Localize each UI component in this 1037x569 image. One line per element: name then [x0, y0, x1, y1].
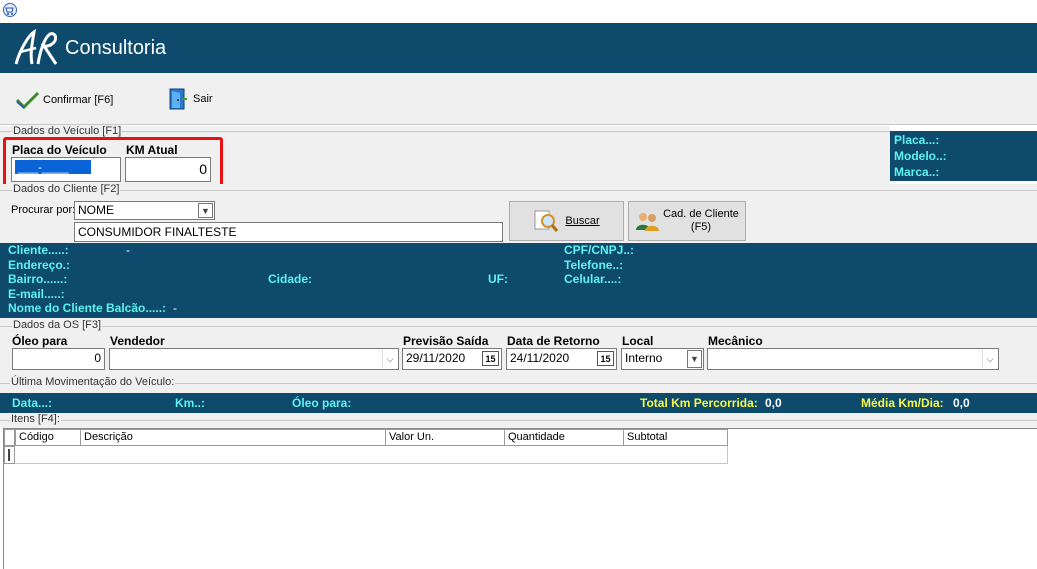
items-group-title: Itens [F4]: [10, 413, 61, 425]
local-value: Interno [625, 351, 663, 365]
table-cell[interactable] [80, 446, 386, 464]
os-group-title: Dados da OS [F3] [12, 319, 103, 331]
cidade-label: Cidade: [268, 272, 313, 286]
search-icon [534, 210, 559, 232]
search-button[interactable]: Buscar [509, 201, 624, 241]
info-model: Modelo..: [894, 149, 947, 163]
calendar-icon[interactable]: 15 [597, 351, 614, 366]
chevron-down-icon: ⌵ [382, 350, 397, 368]
users-icon [636, 213, 659, 231]
cpf-label: CPF/CNPJ..: [564, 243, 635, 257]
confirm-label: Confirmar [F6] [43, 94, 114, 106]
col-header[interactable]: Código [15, 429, 81, 446]
register-client-label: Cad. de Cliente (F5) [663, 208, 739, 233]
oleo-move-label: Óleo para: [292, 396, 352, 410]
client-info-panel: Cliente.....: - Endereço.: Bairro......:… [0, 243, 1037, 318]
media-label: Média Km/Dia: [861, 396, 944, 410]
col-header[interactable]: Valor Un. [385, 429, 505, 446]
mecanico-select[interactable]: ⌵ [707, 348, 999, 370]
celular-label: Celular....: [564, 272, 622, 286]
chevron-down-icon: ⌵ [982, 350, 997, 368]
balcao-label: Nome do Cliente Balcão.....: [8, 301, 167, 315]
previsao-value: 29/11/2020 [406, 351, 466, 365]
table-cell[interactable] [385, 446, 505, 464]
info-brand: Marca..: [894, 165, 940, 179]
col-header[interactable]: Subtotal [623, 429, 728, 446]
search-text-input[interactable]: CONSUMIDOR FINALTESTE [74, 222, 503, 242]
col-header[interactable]: Quantidade [504, 429, 624, 446]
search-button-label: Buscar [565, 215, 600, 227]
logo-icon [14, 28, 58, 65]
chevron-down-icon: ▼ [687, 350, 702, 368]
oleo-value: 0 [94, 351, 101, 365]
vehicle-group-title: Dados do Veículo [F1] [12, 125, 123, 137]
search-by-select[interactable]: NOME ▼ [74, 201, 215, 220]
table-cell[interactable] [623, 446, 728, 464]
cliente-label: Cliente.....: [8, 243, 69, 257]
last-move-panel: Data...: Km..: Óleo para: Total Km Perco… [0, 393, 1037, 413]
oleo-input[interactable]: 0 [12, 348, 105, 370]
media-value: 0,0 [953, 396, 970, 410]
retorno-label: Data de Retorno [507, 334, 600, 348]
bairro-label: Bairro......: [8, 272, 68, 286]
col-header[interactable]: Descrição [80, 429, 386, 446]
mecanico-label: Mecânico [708, 334, 763, 348]
search-by-label: Procurar por: [11, 204, 76, 216]
confirm-button[interactable]: Confirmar [F6] [14, 89, 113, 111]
total-km-value: 0,0 [765, 396, 782, 410]
last-move-title: Última Movimentação do Veículo: [10, 376, 176, 388]
oleo-label: Óleo para [12, 334, 68, 348]
header-banner: Consultoria [0, 23, 1037, 73]
email-label: E-mail.....: [8, 287, 65, 301]
previsao-label: Previsão Saída [403, 334, 489, 348]
highlight-box [3, 137, 223, 188]
search-by-value: NOME [78, 203, 114, 217]
retorno-date-input[interactable]: 24/11/2020 15 [506, 348, 617, 370]
calendar-icon[interactable]: 15 [482, 351, 499, 366]
app-title: Consultoria [65, 37, 167, 59]
uf-label: UF: [488, 272, 508, 286]
checkmark-icon [15, 91, 40, 109]
local-select[interactable]: Interno ▼ [621, 348, 704, 370]
row-indicator-header [4, 429, 15, 446]
toolbar: Confirmar [F6] Sair [0, 73, 1037, 125]
app-small-icon [3, 3, 17, 17]
row-indicator[interactable] [4, 446, 15, 464]
total-km-label: Total Km Percorrida: [640, 396, 758, 410]
search-text-value: CONSUMIDOR FINALTESTE [78, 225, 237, 239]
data-label: Data...: [12, 396, 53, 410]
exit-label: Sair [193, 93, 213, 105]
table-cell[interactable] [15, 446, 81, 464]
info-plate: Placa...: [894, 133, 940, 147]
km-move-label: Km..: [175, 396, 205, 410]
endereco-label: Endereço.: [8, 258, 71, 272]
cliente-value: - [126, 243, 130, 257]
telefone-label: Telefone..: [564, 258, 624, 272]
chevron-down-icon: ▼ [198, 203, 213, 218]
previsao-date-input[interactable]: 29/11/2020 15 [402, 348, 502, 370]
items-grid[interactable]: Código Descrição Valor Un. Quantidade Su… [3, 428, 1037, 569]
client-group-title: Dados do Cliente [F2] [12, 183, 121, 195]
balcao-value: - [173, 301, 177, 315]
exit-button[interactable]: Sair [168, 87, 213, 111]
vendedor-label: Vendedor [110, 334, 165, 348]
exit-door-icon [169, 88, 187, 110]
vehicle-info-panel: Placa...: Modelo..: Marca..: [890, 131, 1037, 181]
register-client-button[interactable]: Cad. de Cliente (F5) [628, 201, 746, 241]
table-cell[interactable] [504, 446, 624, 464]
local-label: Local [622, 334, 654, 348]
retorno-value: 24/11/2020 [510, 351, 570, 365]
vendedor-select[interactable]: ⌵ [109, 348, 399, 370]
